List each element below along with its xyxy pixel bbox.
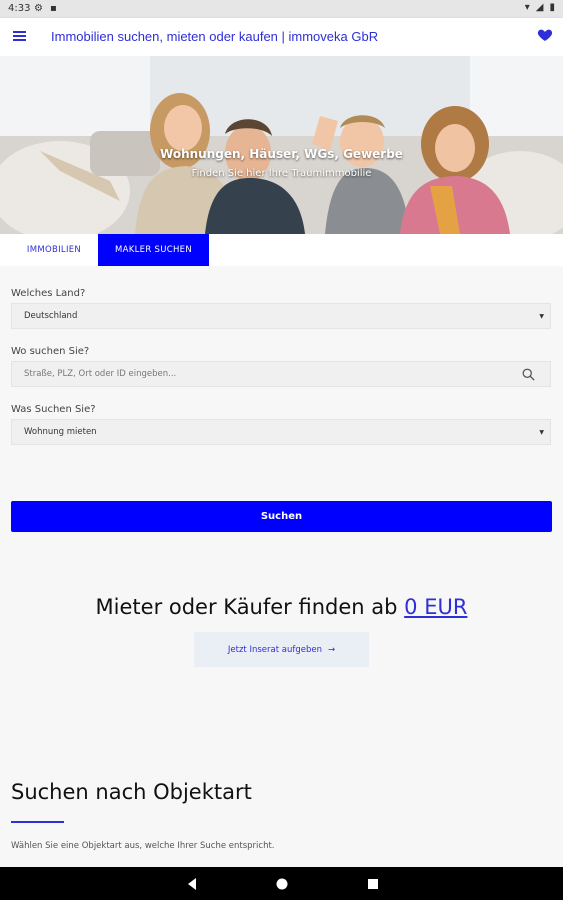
signal-icon: ◢ — [535, 2, 544, 13]
place-listing-label: Jetzt Inserat aufgeben — [227, 644, 322, 655]
search-tabs: IMMOBILIEN MAKLER SUCHEN — [10, 234, 209, 266]
objektart-description: Wählen Sie eine Objektart aus, welche Ih… — [11, 841, 275, 851]
type-label: Was Suchen Sie? — [11, 404, 96, 415]
page-title: Immobilien suchen, mieten oder kaufen | … — [51, 29, 379, 44]
recents-icon[interactable] — [366, 876, 380, 895]
promo-price-link[interactable]: 0 EUR — [404, 595, 467, 619]
sim-icon: ▪ — [50, 3, 57, 14]
title-underline — [11, 821, 64, 823]
settings-icon: ⚙ — [34, 3, 43, 14]
place-listing-button[interactable]: Jetzt Inserat aufgeben → — [194, 632, 369, 667]
battery-icon: ▮ — [549, 2, 555, 13]
tab-makler-suchen[interactable]: MAKLER SUCHEN — [98, 234, 209, 266]
hero-banner: Wohnungen, Häuser, WGs, Gewerbe Finden S… — [0, 56, 563, 234]
location-placeholder: Straße, PLZ, Ort oder ID eingeben... — [24, 369, 177, 379]
country-select[interactable]: Deutschland ▼ — [11, 303, 551, 329]
search-icon[interactable] — [521, 367, 536, 385]
hero-subline: Finden Sie hier Ihre Traumimmobilie — [191, 168, 372, 179]
promo-text: Mieter oder Käufer finden ab — [95, 595, 398, 619]
objektart-section: Suchen nach Objektart Wählen Sie eine Ob… — [0, 724, 563, 867]
search-button[interactable]: Suchen — [11, 501, 552, 532]
country-value: Deutschland — [24, 311, 78, 321]
hamburger-menu-icon[interactable] — [12, 27, 30, 45]
back-icon[interactable] — [185, 876, 199, 895]
search-form: Welches Land? Deutschland ▼ Wo suchen Si… — [0, 266, 563, 724]
dropdown-caret-icon: ▼ — [539, 429, 544, 436]
country-label: Welches Land? — [11, 288, 86, 299]
location-input[interactable]: Straße, PLZ, Ort oder ID eingeben... — [11, 361, 551, 387]
hero-family-photo — [0, 56, 563, 234]
dropdown-caret-icon: ▼ — [539, 313, 544, 320]
location-label: Wo suchen Sie? — [11, 346, 90, 357]
app-bar: Immobilien suchen, mieten oder kaufen | … — [0, 18, 563, 56]
tab-immobilien[interactable]: IMMOBILIEN — [10, 234, 98, 266]
heart-icon[interactable] — [537, 27, 553, 47]
type-select[interactable]: Wohnung mieten ▼ — [11, 419, 551, 445]
status-bar: 4:33 ⚙ ▪ ▾ ◢ ▮ — [0, 0, 563, 18]
objektart-title: Suchen nach Objektart — [11, 780, 252, 804]
home-icon[interactable] — [275, 876, 289, 895]
system-nav-bar — [0, 867, 563, 900]
arrow-right-icon: → — [327, 644, 336, 655]
promo-line: Mieter oder Käufer finden ab 0 EUR — [0, 595, 563, 619]
status-time: 4:33 — [8, 3, 31, 14]
wifi-icon: ▾ — [524, 2, 530, 13]
hero-headline: Wohnungen, Häuser, WGs, Gewerbe — [160, 147, 403, 161]
type-value: Wohnung mieten — [24, 427, 97, 437]
